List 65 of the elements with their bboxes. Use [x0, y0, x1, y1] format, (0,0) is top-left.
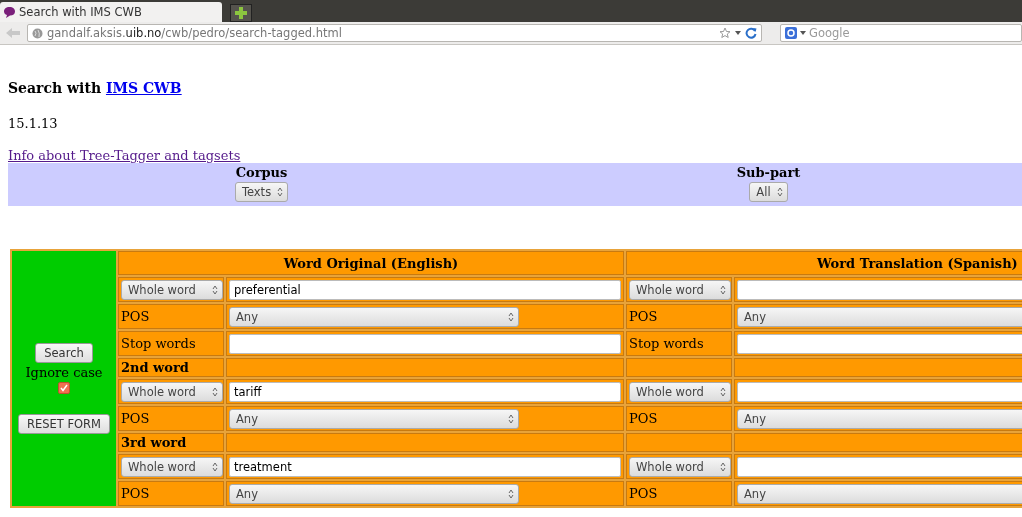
page-title: Search with IMS CWB [8, 80, 183, 96]
address-bar[interactable]: gandalf.aksis.uib.no/cwb/pedro/search-tagged.html [27, 24, 762, 42]
spinner-arrows-icon [776, 187, 783, 197]
pos-select[interactable]: Any [737, 408, 1022, 429]
star-icon[interactable] [719, 27, 731, 39]
pos-select[interactable]: Any [737, 306, 1022, 327]
dropdown-caret-icon[interactable] [735, 31, 741, 35]
spinner-arrows-icon [508, 488, 514, 499]
match-select[interactable]: Whole word [629, 381, 731, 402]
search-field[interactable]: Google [780, 24, 1022, 42]
pos-label: POS [121, 486, 150, 501]
selection-select[interactable]: All [749, 182, 788, 202]
reload-icon[interactable] [745, 27, 757, 39]
stop-words-input[interactable] [229, 333, 621, 354]
spinner-arrows-icon [720, 386, 726, 397]
word-input[interactable]: preferential [229, 279, 621, 300]
word-input[interactable]: tariff [229, 381, 621, 402]
column-heading: Word Translation (Spanish) [626, 251, 1022, 275]
title-link[interactable]: IMS CWB [105, 80, 182, 96]
match-select[interactable]: Whole word [629, 456, 731, 477]
pos-label: POS [121, 309, 150, 324]
stop-words-label: Stop words [629, 336, 704, 351]
spinner-arrows-icon [720, 461, 726, 472]
globe-icon [32, 27, 43, 39]
column-heading: Word Original (English) [118, 251, 624, 275]
search-button[interactable]: Search [35, 343, 93, 363]
pos-label: POS [629, 411, 658, 426]
google-icon [785, 27, 797, 39]
selection-label: Sub-part [736, 165, 801, 180]
match-select[interactable]: Whole word [121, 456, 223, 477]
back-arrow-icon[interactable] [5, 27, 21, 39]
pos-select[interactable]: Any [737, 483, 1022, 504]
match-select[interactable]: Whole word [121, 279, 223, 300]
pos-label: POS [121, 411, 150, 426]
pos-label: POS [629, 309, 658, 324]
browser-tab[interactable]: Search with IMS CWB [0, 2, 222, 22]
speech-bubble-icon [3, 5, 16, 19]
stop-words-label: Stop words [121, 336, 196, 351]
info-link[interactable]: Info about Tree-Tagger and tagsets [8, 148, 241, 163]
word-input[interactable]: treatment [229, 456, 621, 477]
dropdown-caret-icon[interactable] [800, 31, 806, 35]
pos-select[interactable]: Any [229, 408, 519, 429]
spinner-arrows-icon [212, 284, 218, 295]
spinner-arrows-icon [508, 311, 514, 322]
word-heading: 3rd word [121, 435, 187, 450]
spinner-arrows-icon [508, 413, 514, 424]
pos-label: POS [629, 486, 658, 501]
match-select[interactable]: Whole word [121, 381, 223, 402]
plus-icon [235, 7, 247, 19]
spinner-arrows-icon [720, 284, 726, 295]
pos-select[interactable]: Any [229, 306, 519, 327]
pos-select[interactable]: Any [229, 483, 519, 504]
spinner-arrows-icon [212, 461, 218, 472]
selection-label: Corpus [235, 165, 288, 180]
word-heading: 2nd word [121, 360, 189, 375]
reset-form-button[interactable]: RESET FORM [17, 414, 111, 434]
new-tab-button[interactable] [230, 4, 252, 22]
spinner-arrows-icon [212, 386, 218, 397]
spinner-arrows-icon [277, 187, 284, 197]
ignore-case-checkbox[interactable] [58, 382, 70, 394]
date-text: 15.1.13 [8, 116, 59, 131]
checkmark-icon [60, 384, 68, 392]
selection-select[interactable]: Texts [234, 182, 289, 202]
ignore-case-label: Ignore case [25, 365, 103, 380]
match-select[interactable]: Whole word [629, 279, 731, 300]
